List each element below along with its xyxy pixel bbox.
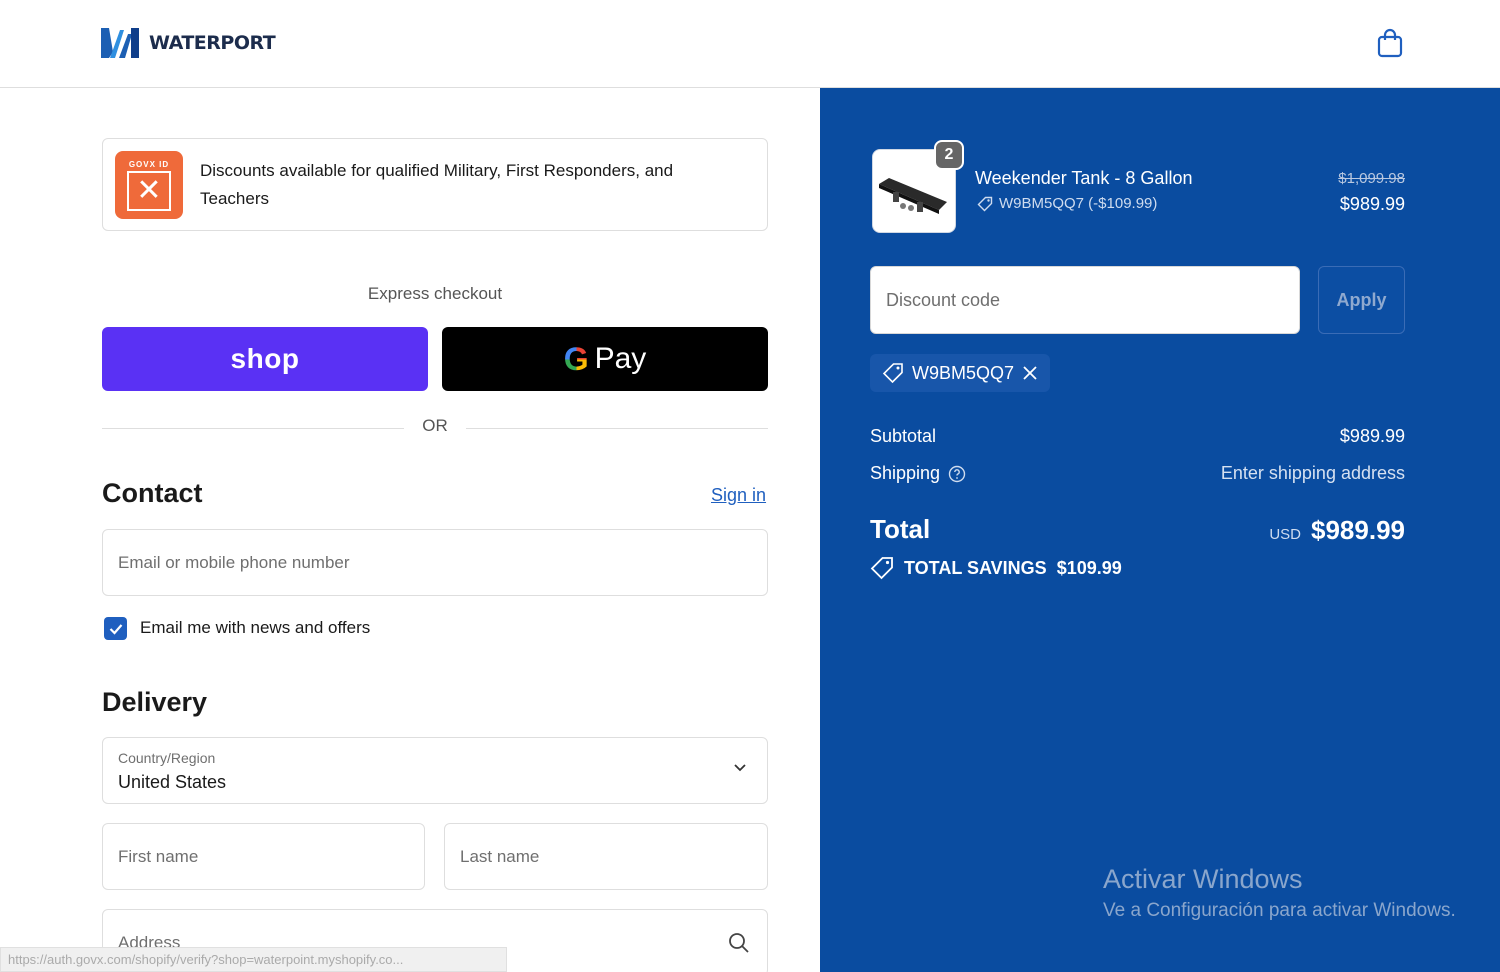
cart-button[interactable]: [1374, 26, 1406, 60]
applied-discount-chip: W9BM5QQ7: [870, 354, 1051, 392]
apply-button[interactable]: Apply: [1318, 266, 1405, 334]
brand-name: WATERPORT: [149, 32, 276, 54]
brand-logo[interactable]: WATERPORT: [101, 26, 276, 60]
promo-text: Discounts available for qualified Milita…: [200, 161, 674, 208]
first-name-placeholder: First name: [118, 846, 199, 866]
subtotal-value: $989.99: [1339, 426, 1405, 446]
newsletter-checkbox[interactable]: [104, 617, 127, 640]
divider-line: [466, 428, 768, 429]
or-label: OR: [422, 416, 448, 435]
help-icon[interactable]: [948, 465, 966, 483]
govx-logo: GOVX ID ✕: [115, 151, 183, 219]
remove-discount-button[interactable]: [1022, 365, 1038, 381]
product-name: Weekender Tank - 8 Gallon: [975, 168, 1193, 188]
total-value: USD $989.99: [1269, 515, 1405, 546]
total-amount: $989.99: [1311, 515, 1405, 545]
total-savings: TOTAL SAVINGS $109.99: [870, 556, 1122, 580]
contact-heading: Contact: [102, 478, 203, 508]
country-value: United States: [118, 772, 227, 792]
applied-discount-code: W9BM5QQ7: [912, 362, 1015, 383]
country-select[interactable]: Country/Region United States: [102, 737, 768, 804]
product-price: $989.99: [1339, 194, 1405, 214]
status-bar-url: https://auth.govx.com/shopify/verify?sho…: [0, 947, 507, 972]
google-pay-button[interactable]: G Pay: [442, 327, 768, 391]
shopping-bag-icon: [1377, 28, 1403, 58]
google-pay-label: Pay: [594, 342, 647, 375]
or-divider: OR: [102, 416, 768, 440]
shipping-label: Shipping: [870, 463, 941, 483]
chevron-down-icon: [734, 764, 746, 772]
savings-value: $109.99: [1056, 557, 1122, 578]
delivery-heading: Delivery: [102, 687, 208, 717]
discount-code-input[interactable]: Discount code: [870, 266, 1300, 334]
tag-icon: [977, 196, 993, 211]
govx-x-icon: ✕: [127, 170, 171, 211]
divider-line: [102, 428, 404, 429]
tag-icon: [882, 363, 903, 384]
checkout-form: GOVX ID ✕ Discounts available for qualif…: [0, 88, 820, 972]
sign-in-link[interactable]: Sign in: [711, 485, 766, 506]
email-field[interactable]: Email or mobile phone number: [102, 529, 768, 596]
newsletter-label[interactable]: Email me with news and offers: [140, 618, 370, 638]
windows-activation-subtitle: Ve a Configuración para activar Windows.: [1103, 900, 1456, 921]
search-icon: [729, 933, 749, 953]
windows-activation-title: Activar Windows: [1103, 864, 1303, 894]
govx-badge-label: GOVX ID: [128, 159, 170, 169]
first-name-field[interactable]: First name: [102, 823, 425, 890]
product-discount: W9BM5QQ7 (-$109.99): [977, 195, 1157, 212]
original-price: $1,099.98: [1338, 170, 1405, 187]
waterport-logo-icon: [101, 28, 139, 58]
subtotal-label: Subtotal: [870, 426, 937, 446]
savings-label: TOTAL SAVINGS: [904, 557, 1047, 578]
close-icon: [1023, 366, 1037, 380]
email-placeholder: Email or mobile phone number: [118, 552, 350, 572]
shop-pay-button[interactable]: shop: [102, 327, 428, 391]
total-label: Total: [870, 514, 931, 544]
tag-icon: [870, 557, 893, 580]
last-name-field[interactable]: Last name: [444, 823, 768, 890]
product-discount-code: W9BM5QQ7 (-$109.99): [999, 195, 1158, 212]
shipping-value: Enter shipping address: [1220, 463, 1405, 483]
express-checkout-label: Express checkout: [367, 284, 503, 303]
currency-code: USD: [1269, 526, 1302, 543]
google-icon: G: [563, 340, 589, 377]
checkmark-icon: [109, 623, 122, 635]
govx-promo-banner[interactable]: GOVX ID ✕ Discounts available for qualif…: [102, 138, 768, 231]
shipping-row: Shipping: [870, 463, 966, 484]
quantity-badge: 2: [934, 140, 964, 170]
last-name-placeholder: Last name: [460, 846, 540, 866]
country-label: Country/Region: [118, 750, 216, 766]
discount-placeholder: Discount code: [886, 290, 1001, 310]
header: WATERPORT: [0, 0, 1500, 88]
order-summary: 2 Weekender Tank - 8 Gallon W9BM5QQ7 (-$…: [820, 88, 1500, 972]
shop-pay-label: shop: [230, 343, 300, 374]
